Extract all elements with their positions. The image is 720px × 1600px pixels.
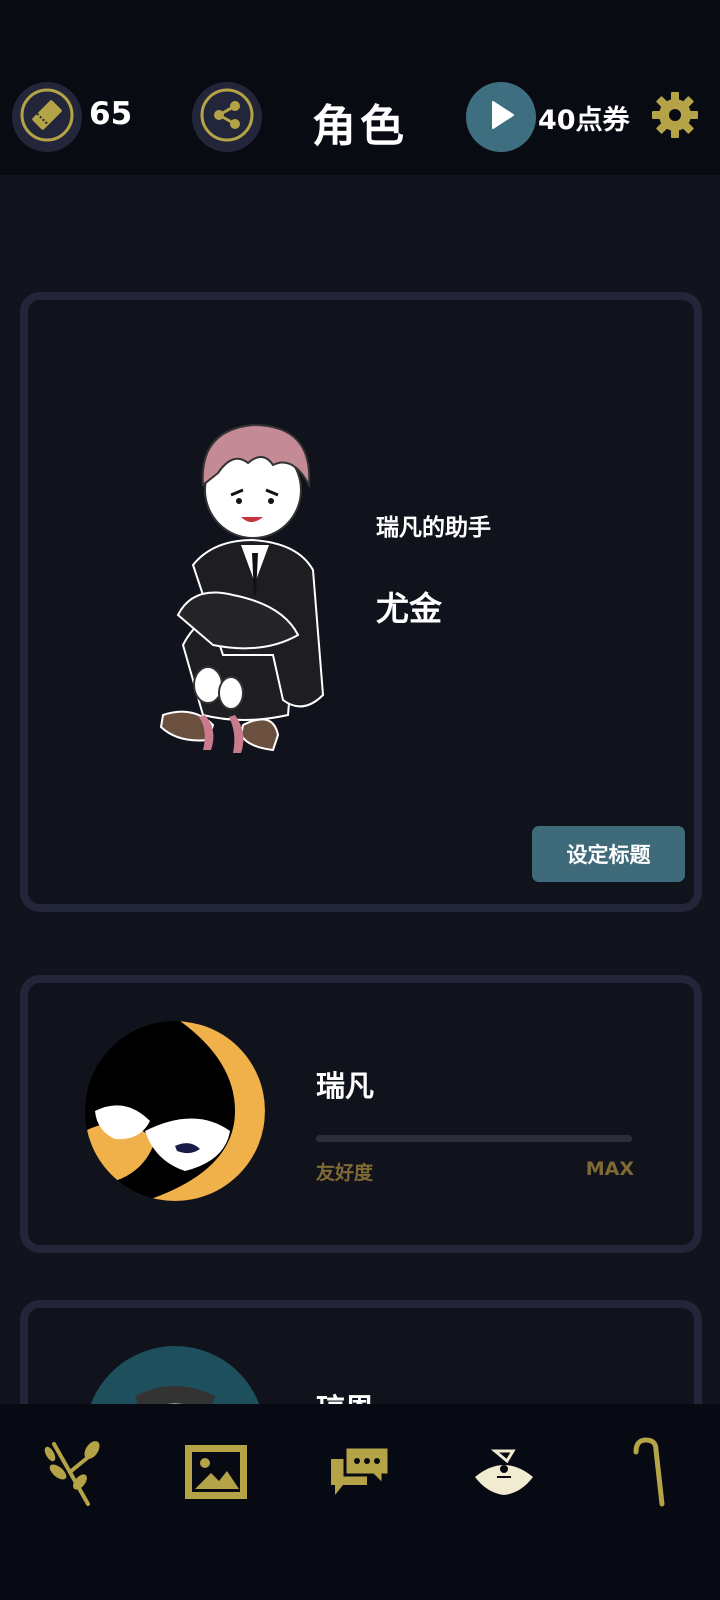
nav-item-cane[interactable] xyxy=(608,1434,688,1514)
play-icon xyxy=(484,98,518,136)
share-button[interactable] xyxy=(192,82,262,152)
ticket-icon xyxy=(19,87,75,147)
character-icon xyxy=(471,1447,537,1501)
character-name: 尤金 xyxy=(376,589,442,628)
cane-icon xyxy=(628,1436,668,1512)
nav-item-gallery[interactable] xyxy=(176,1434,256,1514)
gear-icon xyxy=(651,91,699,143)
bottom-navigation xyxy=(0,1404,720,1600)
affinity-progress-bar xyxy=(316,1135,632,1142)
character-name: 瑞凡 xyxy=(316,1069,375,1103)
page-title: 角色 xyxy=(312,101,408,152)
settings-button[interactable] xyxy=(650,92,700,142)
top-bar: 65 角色 40点券 xyxy=(0,0,720,175)
share-icon xyxy=(199,87,255,147)
affinity-value: MAX xyxy=(585,1158,634,1180)
avatar xyxy=(85,1021,265,1201)
points-label: 40点券 xyxy=(538,105,630,136)
ticket-count: 65 xyxy=(89,96,133,132)
affinity-progress-fill xyxy=(316,1135,632,1142)
chat-icon xyxy=(327,1443,393,1505)
nav-item-branch[interactable] xyxy=(32,1434,112,1514)
set-title-button[interactable]: 设定标题 xyxy=(532,826,685,882)
ticket-button[interactable] xyxy=(12,82,82,152)
character-subtitle: 瑞凡的助手 xyxy=(376,515,491,541)
character-card[interactable]: 瑞凡 友好度 MAX xyxy=(20,975,702,1253)
nav-item-characters[interactable] xyxy=(464,1434,544,1514)
nav-item-messages[interactable] xyxy=(320,1434,400,1514)
watch-ad-button[interactable] xyxy=(466,82,536,152)
gallery-icon xyxy=(183,1443,249,1505)
affinity-label: 友好度 xyxy=(316,1162,374,1184)
selected-character-card: 瑞凡的助手 尤金 设定标题 xyxy=(20,292,702,912)
character-illustration xyxy=(123,355,383,805)
branch-icon xyxy=(40,1436,104,1512)
